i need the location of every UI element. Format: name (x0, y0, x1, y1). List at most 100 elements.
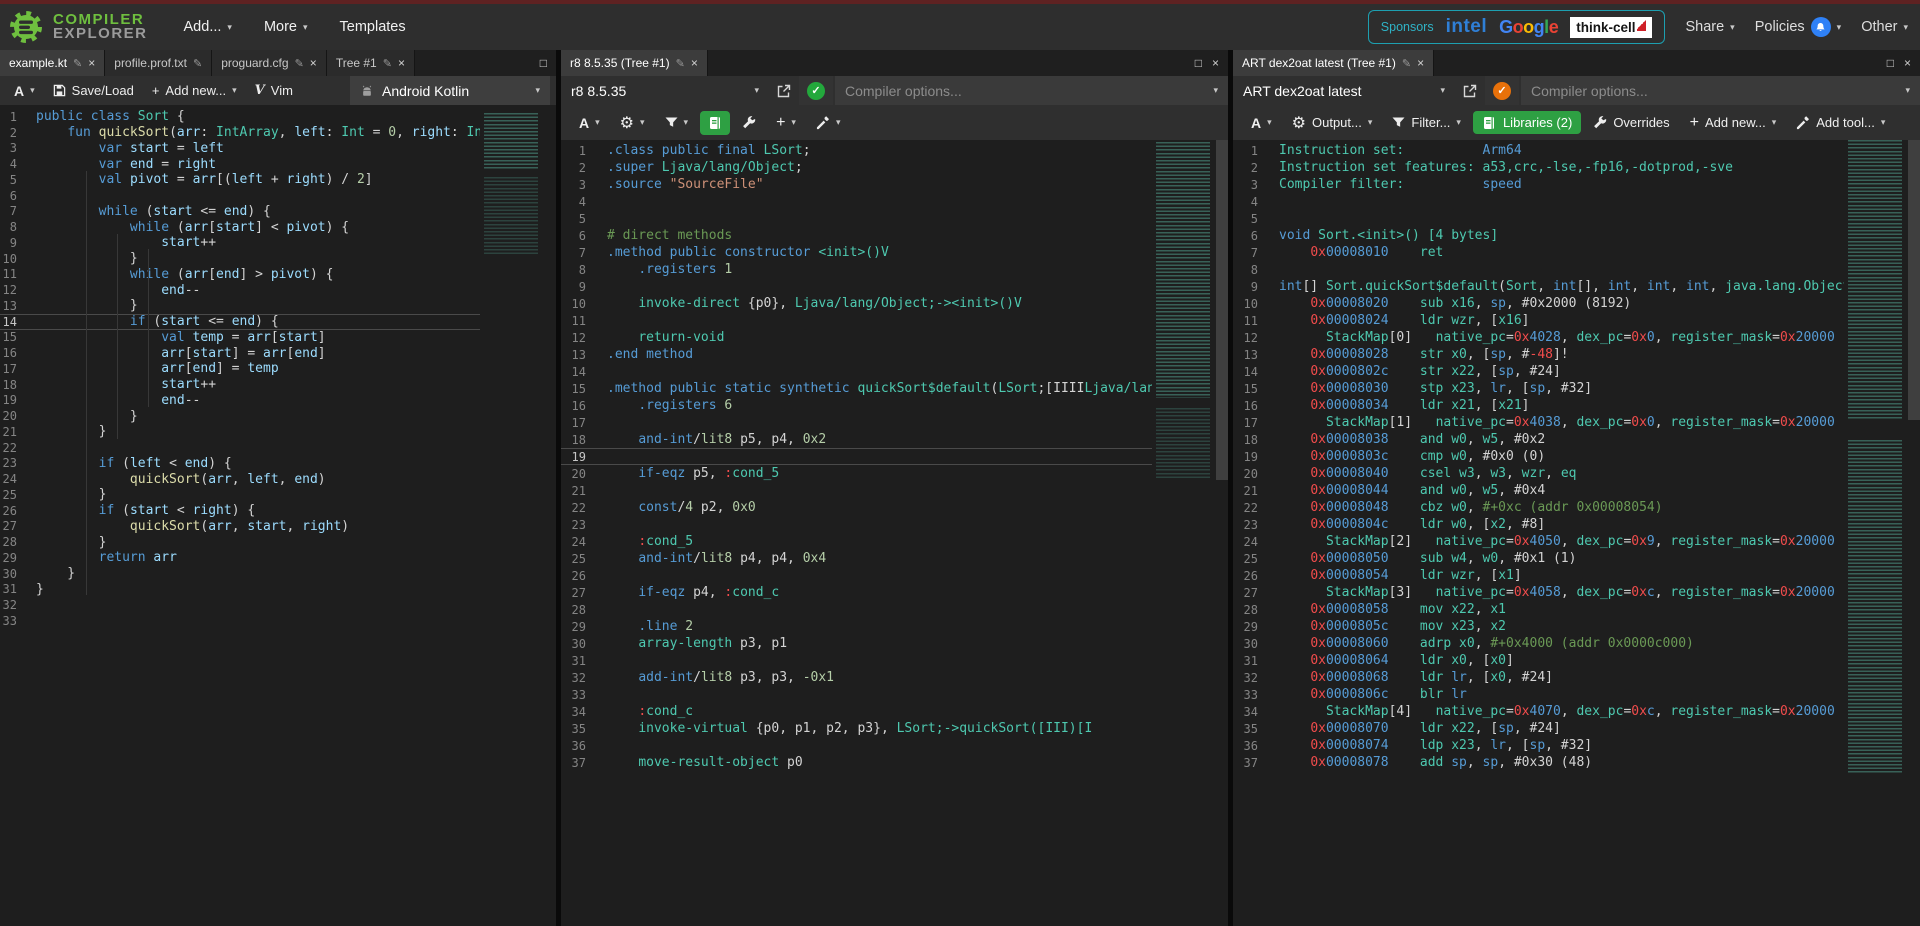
close-icon[interactable]: × (1212, 56, 1219, 70)
code-line[interactable]: 31 0x00008064 ldr x0, [x0] (1233, 652, 1920, 669)
code-line[interactable]: 17 StackMap[1] native_pc=0x4038, dex_pc=… (1233, 414, 1920, 431)
code-line[interactable]: 36 0x00008074 ldp x23, lr, [sp, #32] (1233, 737, 1920, 754)
code-line[interactable]: 9 int[] Sort.quickSort$default(Sort, int[… (1233, 278, 1920, 295)
code-line[interactable]: 29 .line 2 (561, 618, 1228, 635)
code-line[interactable]: 11 0x00008024 ldr wzr, [x16] (1233, 312, 1920, 329)
code-line[interactable]: 16 .registers 6 (561, 397, 1228, 414)
code-line[interactable]: 1 .class public final LSort; (561, 142, 1228, 159)
code-line[interactable]: 3 Compiler filter: speed (1233, 176, 1920, 193)
source-code-editor[interactable]: 1 public class Sort {2 fun quickSort(arr:… (0, 105, 556, 926)
r8-minimap[interactable] (1153, 140, 1215, 926)
tab-example-kt[interactable]: example.kt ✎ × (0, 50, 106, 76)
code-line[interactable]: 1 public class Sort { (0, 109, 556, 125)
output-button[interactable]: ⚙ ▾ (612, 111, 653, 135)
close-icon[interactable]: × (1904, 56, 1911, 70)
code-line[interactable]: 2 Instruction set features: a53,crc,-lse,… (1233, 159, 1920, 176)
libraries-button[interactable] (700, 110, 731, 135)
code-line[interactable]: 13 .end method (561, 346, 1228, 363)
intel-logo[interactable]: intel (1446, 16, 1488, 38)
compile-status-badge[interactable]: ✓ (1485, 76, 1519, 105)
code-line[interactable]: 29 return arr (0, 550, 556, 566)
code-line[interactable]: 10 } (0, 251, 556, 267)
edit-icon[interactable]: ✎ (676, 57, 685, 70)
code-line[interactable]: 17 arr[end] = temp (0, 361, 556, 377)
code-line[interactable]: 32 (0, 597, 556, 613)
code-line[interactable]: 16 arr[start] = arr[end] (0, 345, 556, 361)
code-line[interactable]: 32 add-int/lit8 p3, p3, -0x1 (561, 669, 1228, 686)
code-line[interactable]: 28 0x00008058 mov x22, x1 (1233, 601, 1920, 618)
code-line[interactable]: 5 val pivot = arr[(left + right) / 2] (0, 172, 556, 188)
code-line[interactable]: 18 0x00008038 and w0, w5, #0x2 (1233, 431, 1920, 448)
tab-tree-1[interactable]: Tree #1 ✎ × (326, 50, 415, 76)
code-line[interactable]: 2 .super Ljava/lang/Object; (561, 159, 1228, 176)
edit-icon[interactable]: ✎ (295, 57, 304, 70)
code-line[interactable]: 4 (561, 193, 1228, 210)
code-line[interactable]: 19 (561, 448, 1228, 465)
add-new-button[interactable]: + ▾ (768, 112, 804, 134)
code-line[interactable]: 14 (561, 363, 1228, 380)
code-line[interactable]: 25 0x00008050 sub w4, w0, #0x1 (1) (1233, 550, 1920, 567)
code-line[interactable]: 30 0x00008060 adrp x0, #+0x4000 (addr 0x… (1233, 635, 1920, 652)
libraries-button[interactable]: Libraries (2) (1472, 111, 1582, 134)
code-line[interactable]: 6 (0, 188, 556, 204)
code-line[interactable]: 20 if-eqz p5, :cond_5 (561, 465, 1228, 482)
menu-other[interactable]: Other ▾ (1861, 19, 1908, 35)
art-scrollbar[interactable] (1908, 140, 1920, 420)
code-line[interactable]: 4 (1233, 193, 1920, 210)
language-select[interactable]: Android Kotlin ▾ (350, 76, 550, 105)
code-line[interactable]: 17 (561, 414, 1228, 431)
compiler-select[interactable]: r8 8.5.35 ▾ (561, 76, 769, 105)
add-new-button[interactable]: + Add new... ▾ (1682, 112, 1785, 134)
close-icon[interactable]: × (310, 56, 317, 70)
close-icon[interactable]: × (1417, 56, 1424, 70)
filter-button[interactable]: Filter... ▾ (1384, 113, 1469, 132)
edit-icon[interactable]: ✎ (383, 57, 392, 70)
code-line[interactable]: 27 quickSort(arr, start, right) (0, 519, 556, 535)
code-line[interactable]: 8 (1233, 261, 1920, 278)
code-line[interactable]: 2 fun quickSort(arr: IntArray, left: Int… (0, 125, 556, 141)
code-line[interactable]: 36 (561, 737, 1228, 754)
compiler-select[interactable]: ART dex2oat latest ▾ (1233, 76, 1455, 105)
code-line[interactable]: 22 0x00008048 cbz w0, #+0xc (addr 0x0000… (1233, 499, 1920, 516)
menu-share[interactable]: Share ▾ (1685, 19, 1734, 35)
vim-toggle-button[interactable]: V Vim (247, 81, 301, 100)
font-size-button[interactable]: A ▾ (571, 113, 608, 133)
menu-templates[interactable]: Templates (340, 19, 406, 35)
code-line[interactable]: 7 .method public constructor <init>()V (561, 244, 1228, 261)
code-line[interactable]: 15 .method public static synthetic quickS… (561, 380, 1228, 397)
code-line[interactable]: 24 quickSort(arr, left, end) (0, 471, 556, 487)
code-line[interactable]: 11 while (arr[end] > pivot) { (0, 267, 556, 283)
compile-status-badge[interactable]: ✓ (799, 76, 833, 105)
menu-policies[interactable]: Policies ▾ (1755, 17, 1841, 37)
code-line[interactable]: 14 if (start <= end) { (0, 314, 556, 330)
code-line[interactable]: 21 } (0, 424, 556, 440)
open-compiler-site-button[interactable] (769, 82, 799, 100)
code-line[interactable]: 31 (561, 652, 1228, 669)
think-cell-logo[interactable]: think-cell (1570, 16, 1653, 38)
close-icon[interactable]: × (691, 56, 698, 70)
code-line[interactable]: 1 Instruction set: Arm64 (1233, 142, 1920, 159)
code-line[interactable]: 27 StackMap[3] native_pc=0x4058, dex_pc=… (1233, 584, 1920, 601)
compiler-options-input[interactable]: Compiler options... ▾ (1521, 76, 1920, 105)
save-load-button[interactable]: Save/Load (45, 81, 142, 100)
maximize-icon[interactable]: □ (1887, 56, 1894, 70)
font-size-button[interactable]: A ▾ (6, 81, 43, 101)
code-line[interactable]: 32 0x00008068 ldr lr, [x0, #24] (1233, 669, 1920, 686)
code-line[interactable]: 3 .source "SourceFile" (561, 176, 1228, 193)
code-line[interactable]: 35 0x00008070 ldr x22, [sp, #24] (1233, 720, 1920, 737)
tab-profile-prof-txt[interactable]: profile.prof.txt ✎ (105, 50, 213, 76)
code-line[interactable]: 13 } (0, 298, 556, 314)
add-tool-button[interactable]: ▾ (808, 114, 849, 132)
code-line[interactable]: 10 invoke-direct {p0}, Ljava/lang/Object… (561, 295, 1228, 312)
editor-minimap[interactable] (481, 105, 543, 926)
code-line[interactable]: 21 (561, 482, 1228, 499)
edit-icon[interactable]: ✎ (1402, 57, 1411, 70)
menu-more[interactable]: More ▾ (264, 19, 308, 35)
code-line[interactable]: 6 void Sort.<init>() [4 bytes] (1233, 227, 1920, 244)
font-size-button[interactable]: A ▾ (1243, 113, 1280, 133)
filter-button[interactable]: ▾ (657, 115, 697, 131)
art-minimap[interactable] (1845, 140, 1907, 926)
edit-icon[interactable]: ✎ (193, 57, 202, 70)
code-line[interactable]: 11 (561, 312, 1228, 329)
code-line[interactable]: 15 0x00008030 stp x23, lr, [sp, #32] (1233, 380, 1920, 397)
